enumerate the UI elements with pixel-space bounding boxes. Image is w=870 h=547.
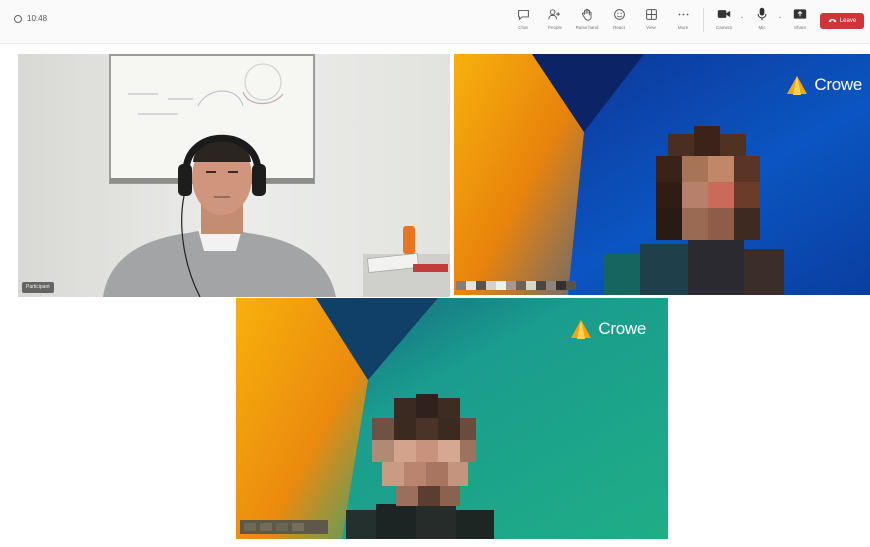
- crowe-logo: Crowe: [570, 319, 646, 339]
- video-feed-1: [18, 54, 450, 297]
- emoji-icon: [611, 6, 627, 22]
- react-button[interactable]: React: [603, 6, 635, 38]
- meeting-timer-text: 10:48: [27, 14, 48, 23]
- leave-button-label: Leave: [839, 18, 857, 24]
- camera-button-label: Camera: [715, 25, 732, 30]
- video-tile-2[interactable]: Crowe: [454, 54, 870, 295]
- chat-button-label: Chat: [518, 25, 528, 30]
- pixelated-name-tag: [456, 281, 576, 290]
- chat-icon: [515, 6, 531, 22]
- more-icon: [675, 6, 691, 22]
- view-button[interactable]: View: [635, 6, 667, 38]
- crowe-logo: Crowe: [786, 75, 862, 95]
- crowe-logo-text: Crowe: [598, 319, 646, 338]
- people-button-label: People: [547, 25, 562, 30]
- mic-button-label: Mic: [758, 25, 766, 30]
- chat-button[interactable]: Chat: [507, 6, 539, 38]
- share-button-label: Share: [793, 25, 806, 30]
- share-icon: [792, 6, 808, 22]
- more-button-label: More: [677, 25, 689, 30]
- more-button[interactable]: More: [667, 6, 699, 38]
- view-button-label: View: [646, 25, 656, 30]
- toolbar-divider: [703, 8, 704, 32]
- people-button[interactable]: People: [539, 6, 571, 38]
- react-button-label: React: [613, 25, 625, 30]
- share-button[interactable]: Share: [784, 6, 816, 38]
- crowe-logo-text: Crowe: [814, 75, 862, 94]
- meeting-controls: Chat People Raise hand React View More C…: [507, 6, 870, 38]
- raise-hand-button-label: Raise hand: [575, 25, 599, 30]
- video-tile-3[interactable]: Crowe: [236, 298, 668, 539]
- grid-icon: [643, 6, 659, 22]
- leave-button[interactable]: Leave: [820, 13, 864, 29]
- phone-icon: [828, 18, 837, 25]
- people-icon: [547, 6, 563, 22]
- meeting-toolbar: 10:48 Chat People Raise hand React View …: [0, 0, 870, 44]
- camera-icon: [716, 6, 732, 22]
- raise-hand-button[interactable]: Raise hand: [571, 6, 603, 38]
- pixelated-name-tag: [240, 520, 328, 534]
- meeting-timer: 10:48: [14, 14, 47, 23]
- hand-icon: [579, 6, 595, 22]
- mic-icon: [754, 6, 770, 22]
- mic-button[interactable]: Mic: [746, 6, 778, 38]
- participant-name-tag: Participant: [22, 282, 54, 293]
- shield-icon: [14, 14, 22, 23]
- crowe-triangle-icon: [787, 76, 808, 95]
- camera-button[interactable]: Camera: [708, 6, 740, 38]
- video-tile-1[interactable]: Participant: [18, 54, 450, 297]
- crowe-triangle-icon: [571, 320, 592, 339]
